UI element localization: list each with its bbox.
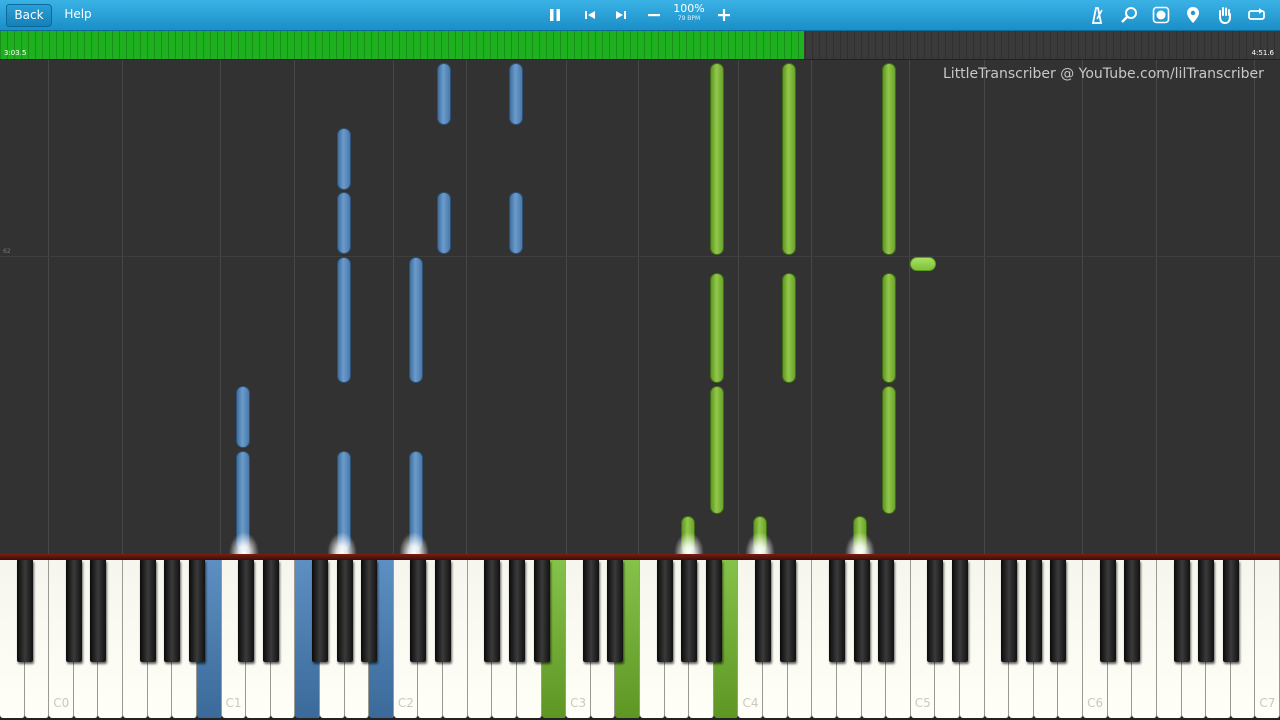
black-key[interactable] (1173, 560, 1190, 662)
key-press-glow (745, 532, 775, 554)
key-press-glow (845, 532, 875, 554)
black-key[interactable] (853, 560, 870, 662)
black-key[interactable] (755, 560, 772, 662)
piano-keyboard[interactable]: C0 C1 C2 C3 C4 C5 C6 C7 (0, 554, 1280, 720)
octave-label: C4 (742, 696, 759, 710)
left-hand-note (236, 386, 250, 448)
black-key[interactable] (361, 560, 378, 662)
black-key[interactable] (705, 560, 722, 662)
search-icon[interactable] (1117, 3, 1141, 27)
zoom-readout: 100% 79 BPM (672, 3, 706, 23)
left-hand-note (337, 192, 351, 254)
black-key[interactable] (139, 560, 156, 662)
piano-roll: LittleTranscriber @ YouTube.com/lilTrans… (0, 60, 1280, 554)
black-key[interactable] (164, 560, 181, 662)
tempo-readout: 79 BPM (677, 15, 701, 22)
key-press-glow (327, 532, 357, 554)
row-label: 62 (3, 248, 11, 255)
black-key[interactable] (484, 560, 501, 662)
black-key[interactable] (410, 560, 427, 662)
black-key[interactable] (312, 560, 328, 662)
black-key[interactable] (1001, 560, 1018, 662)
right-hand-note (882, 273, 896, 383)
black-key[interactable] (435, 560, 452, 662)
right-hand-note (910, 257, 936, 271)
octave-label: C3 (570, 696, 587, 710)
black-key[interactable] (607, 560, 624, 662)
current-time: 3:03.5 (4, 49, 27, 57)
right-hand-note (710, 63, 724, 255)
pause-icon[interactable] (543, 3, 567, 27)
left-hand-note (409, 257, 423, 383)
right-hand-note (782, 63, 796, 255)
minus-icon[interactable] (642, 3, 666, 27)
black-key[interactable] (1198, 560, 1215, 662)
black-key[interactable] (533, 560, 550, 662)
black-key[interactable] (336, 560, 353, 662)
black-key[interactable] (16, 560, 33, 662)
key-press-glow (674, 532, 704, 554)
octave-label: C1 (225, 696, 242, 710)
left-hand-note (509, 63, 523, 125)
left-hand-note (437, 63, 451, 125)
zoom-percent: 100% (673, 2, 705, 15)
back-button[interactable]: Back (6, 4, 52, 27)
black-key[interactable] (656, 560, 673, 662)
black-key[interactable] (238, 560, 255, 662)
black-key[interactable] (927, 560, 944, 662)
total-time: 4:51.6 (1251, 49, 1274, 57)
plus-icon[interactable] (712, 3, 736, 27)
octave-label: C0 (53, 696, 70, 710)
black-key[interactable] (65, 560, 82, 662)
loop-icon[interactable] (1245, 3, 1269, 27)
octave-label: C5 (914, 696, 931, 710)
watermark: LittleTranscriber @ YouTube.com/lilTrans… (943, 66, 1264, 82)
black-key[interactable] (188, 560, 205, 662)
left-hand-note (337, 128, 351, 190)
octave-label: C6 (1087, 696, 1104, 710)
black-key[interactable] (779, 560, 796, 662)
black-key[interactable] (1222, 560, 1239, 662)
right-hand-note (782, 273, 796, 383)
black-key[interactable] (262, 560, 279, 662)
right-hand-note (710, 273, 724, 383)
black-key[interactable] (1025, 560, 1042, 662)
left-hand-note (509, 192, 523, 254)
octave-label: C7 (1259, 696, 1276, 710)
location-pin-icon[interactable] (1181, 3, 1205, 27)
right-hand-note (882, 386, 896, 514)
black-key[interactable] (90, 560, 107, 662)
black-key[interactable] (878, 560, 895, 662)
skip-forward-icon[interactable] (609, 3, 633, 27)
black-key[interactable] (681, 560, 698, 662)
right-hand-note (882, 63, 896, 255)
help-button[interactable]: Help (58, 4, 98, 25)
left-hand-note (437, 192, 451, 254)
key-press-glow (399, 532, 429, 554)
octave-label: C2 (397, 696, 414, 710)
black-key[interactable] (1099, 560, 1116, 662)
right-hand-note (710, 386, 724, 514)
black-key[interactable] (828, 560, 845, 662)
metronome-icon[interactable] (1085, 3, 1109, 27)
black-key[interactable] (1124, 560, 1141, 662)
black-key[interactable] (508, 560, 525, 662)
black-key[interactable] (582, 560, 599, 662)
label-toggle-icon[interactable] (1149, 3, 1173, 27)
black-key[interactable] (952, 560, 968, 662)
white-key[interactable] (1255, 560, 1280, 718)
key-press-glow (229, 532, 259, 554)
progress-bar[interactable]: 3:03.5 4:51.6 (0, 31, 1280, 60)
hand-icon[interactable] (1213, 3, 1237, 27)
skip-back-icon[interactable] (578, 3, 602, 27)
left-hand-note (337, 257, 351, 383)
black-key[interactable] (1050, 560, 1067, 662)
toolbar: Back Help 100% 79 BPM (0, 0, 1280, 31)
